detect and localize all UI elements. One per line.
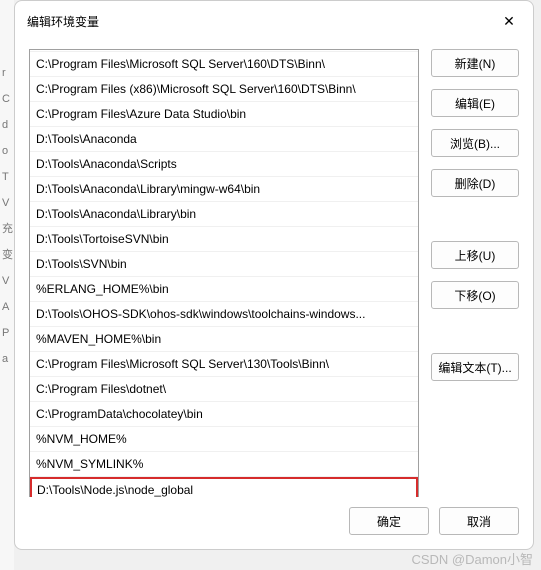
dialog-title: 编辑环境变量 bbox=[27, 13, 99, 30]
edit-button[interactable]: 编辑(E) bbox=[431, 89, 519, 117]
dialog-content: C:\Program Files (x86)\Microsoft SQL Ser… bbox=[15, 39, 533, 497]
list-item[interactable]: C:\Program Files\dotnet\ bbox=[30, 377, 418, 402]
list-item[interactable]: D:\Tools\Node.js\node_global bbox=[30, 477, 418, 497]
list-item[interactable]: %MAVEN_HOME%\bin bbox=[30, 327, 418, 352]
background-strip: rCdoTV充变VAPa bbox=[0, 0, 14, 570]
edittext-button[interactable]: 编辑文本(T)... bbox=[431, 353, 519, 381]
list-item[interactable]: D:\Tools\Anaconda bbox=[30, 127, 418, 152]
list-item[interactable]: C:\ProgramData\chocolatey\bin bbox=[30, 402, 418, 427]
close-icon: ✕ bbox=[503, 13, 515, 30]
list-item[interactable]: C:\Program Files (x86)\Microsoft SQL Ser… bbox=[30, 77, 418, 102]
moveup-button[interactable]: 上移(U) bbox=[431, 241, 519, 269]
button-column: 新建(N) 编辑(E) 浏览(B)... 删除(D) 上移(U) 下移(O) 编… bbox=[431, 49, 519, 497]
delete-button[interactable]: 删除(D) bbox=[431, 169, 519, 197]
new-button[interactable]: 新建(N) bbox=[431, 49, 519, 77]
watermark: CSDN @Damon小智 bbox=[411, 549, 533, 568]
list-item[interactable]: D:\Tools\Anaconda\Scripts bbox=[30, 152, 418, 177]
list-item[interactable]: D:\Tools\TortoiseSVN\bin bbox=[30, 227, 418, 252]
list-item[interactable]: D:\Tools\SVN\bin bbox=[30, 252, 418, 277]
close-button[interactable]: ✕ bbox=[497, 9, 521, 33]
list-item[interactable]: C:\Program Files\Azure Data Studio\bin bbox=[30, 102, 418, 127]
ok-button[interactable]: 确定 bbox=[349, 507, 429, 535]
list-item[interactable]: %NVM_SYMLINK% bbox=[30, 452, 418, 477]
spacer bbox=[431, 209, 519, 229]
dialog-footer: 确定 取消 bbox=[15, 497, 533, 549]
browse-button[interactable]: 浏览(B)... bbox=[431, 129, 519, 157]
list-item[interactable]: C:\Program Files\Microsoft SQL Server\13… bbox=[30, 352, 418, 377]
list-item[interactable]: D:\Tools\OHOS-SDK\ohos-sdk\windows\toolc… bbox=[30, 302, 418, 327]
movedown-button[interactable]: 下移(O) bbox=[431, 281, 519, 309]
cancel-button[interactable]: 取消 bbox=[439, 507, 519, 535]
list-item[interactable]: C:\Program Files\Microsoft SQL Server\16… bbox=[30, 52, 418, 77]
env-var-dialog: 编辑环境变量 ✕ C:\Program Files (x86)\Microsof… bbox=[14, 0, 534, 550]
spacer bbox=[431, 321, 519, 341]
list-item[interactable]: D:\Tools\Anaconda\Library\mingw-w64\bin bbox=[30, 177, 418, 202]
titlebar: 编辑环境变量 ✕ bbox=[15, 1, 533, 39]
path-listbox[interactable]: C:\Program Files (x86)\Microsoft SQL Ser… bbox=[29, 49, 419, 497]
list-item[interactable]: D:\Tools\Anaconda\Library\bin bbox=[30, 202, 418, 227]
list-item[interactable]: %NVM_HOME% bbox=[30, 427, 418, 452]
list-item[interactable]: %ERLANG_HOME%\bin bbox=[30, 277, 418, 302]
